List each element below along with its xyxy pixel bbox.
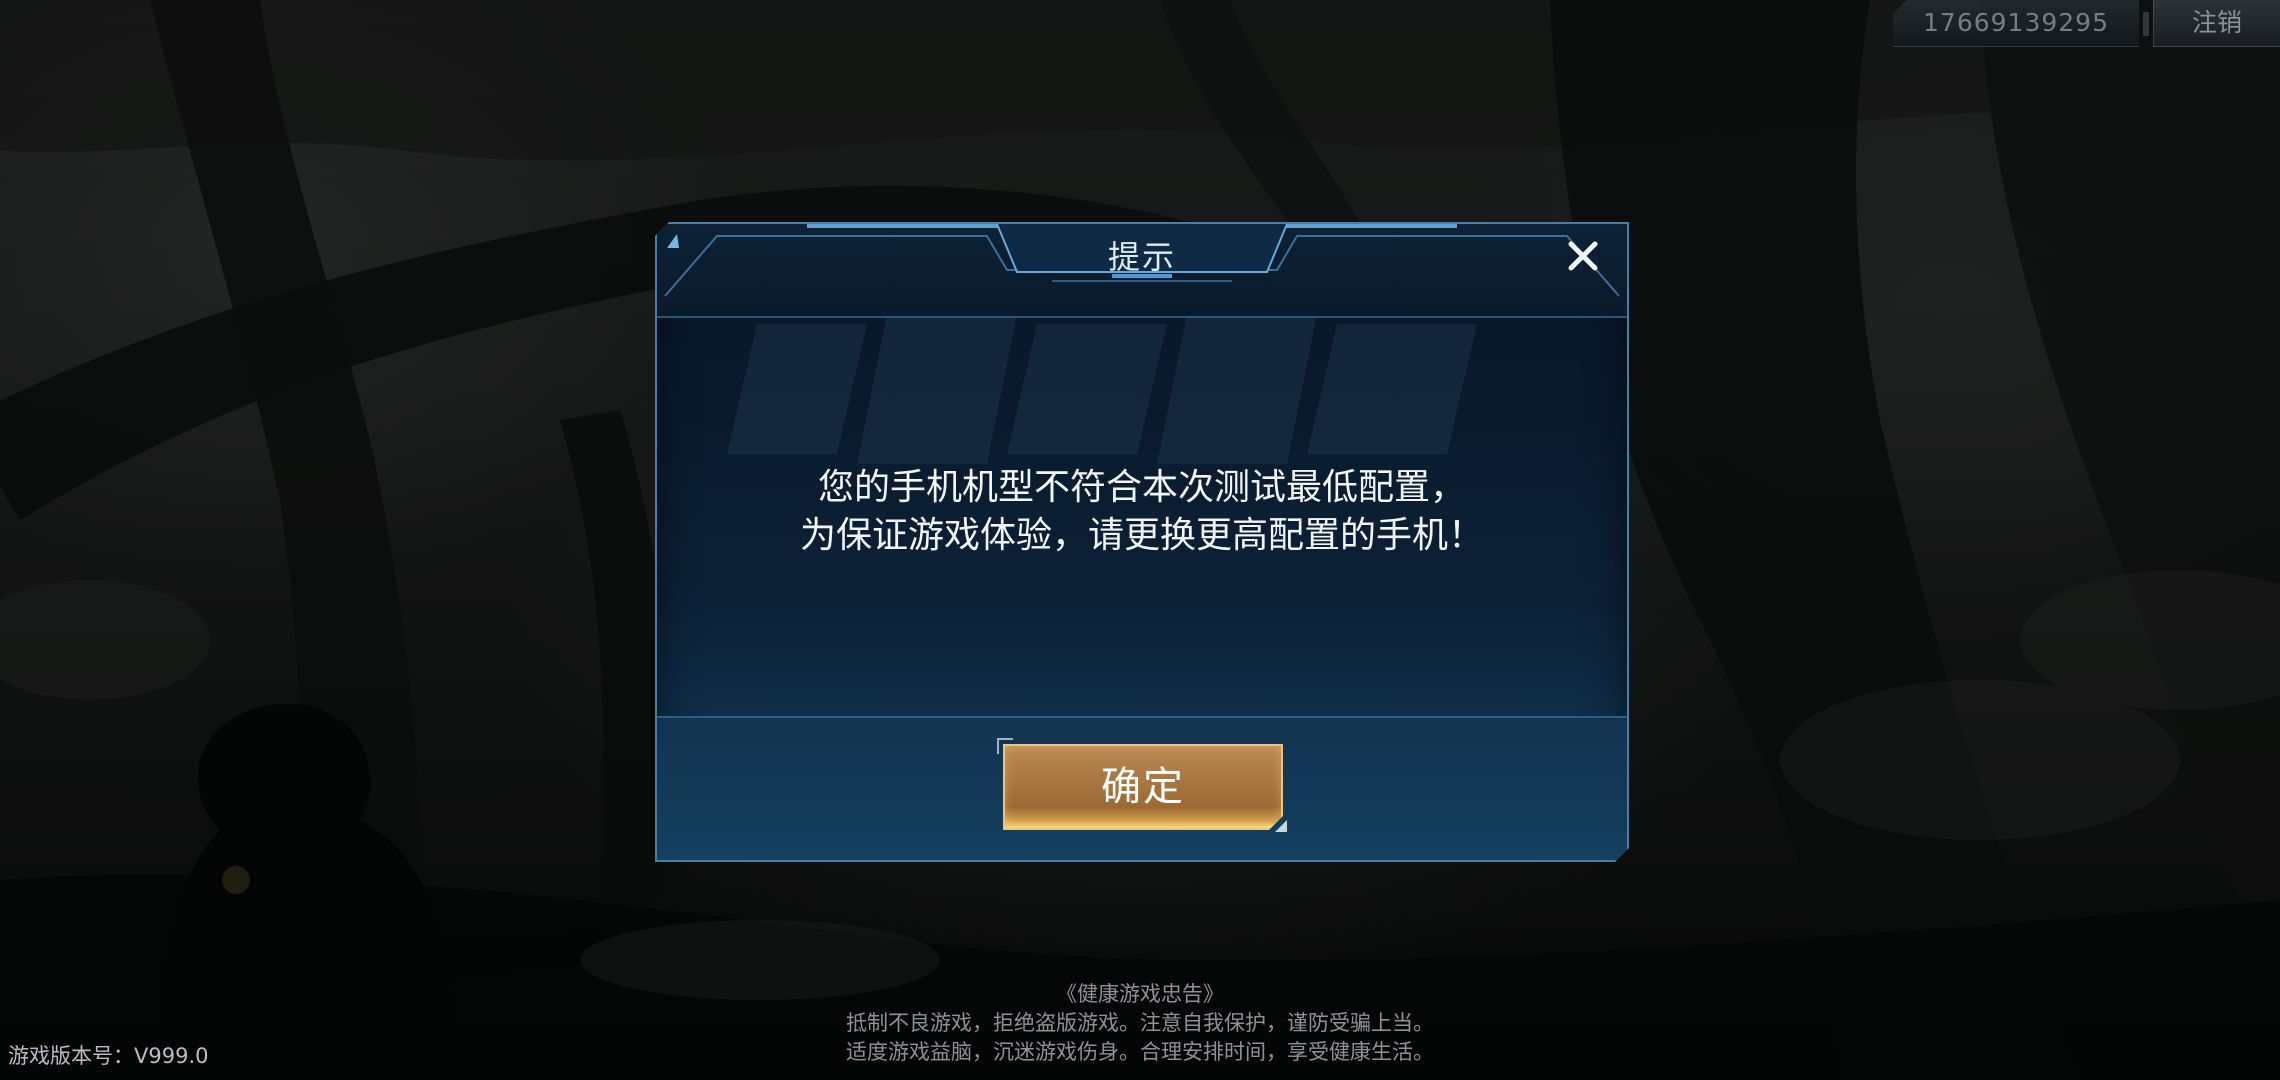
close-button[interactable] bbox=[1555, 228, 1611, 284]
dialog-message-line-1: 您的手机机型不符合本次测试最低配置， bbox=[817, 467, 1466, 508]
health-notice-line-2: 适度游戏益脑，沉迷游戏伤身。合理安排时间，享受健康生活。 bbox=[846, 1040, 1434, 1064]
dialog-message-line-2: 为保证游戏体验，请更换更高配置的手机！ bbox=[799, 515, 1484, 556]
dialog-message: 您的手机机型不符合本次测试最低配置， 为保证游戏体验，请更换更高配置的手机！ bbox=[657, 464, 1627, 560]
health-notice-line-1: 抵制不良游戏，拒绝盗版游戏。注意自我保护，谨防受骗上当。 bbox=[846, 1011, 1434, 1035]
dialog-footer: 确定 bbox=[657, 716, 1627, 860]
confirm-button[interactable]: 确定 bbox=[1003, 744, 1283, 830]
close-icon bbox=[1566, 239, 1600, 273]
corner-triangle-decoration bbox=[1275, 820, 1287, 832]
health-gaming-notice: 《健康游戏忠告》 抵制不良游戏，拒绝盗版游戏。注意自我保护，谨防受骗上当。 适度… bbox=[790, 980, 1490, 1067]
health-notice-title: 《健康游戏忠告》 bbox=[1056, 982, 1224, 1006]
confirm-button-frame: 确定 bbox=[997, 738, 1287, 832]
dialog-title: 提示 bbox=[1107, 238, 1176, 276]
notice-dialog: 提示 您的手机机型不符合本次测试最低配置， 为保证游戏体验，请更换更高配置的手机… bbox=[655, 222, 1629, 862]
game-version: 游戏版本号：V999.0 bbox=[8, 1044, 209, 1068]
dialog-header: 提示 bbox=[657, 224, 1627, 318]
